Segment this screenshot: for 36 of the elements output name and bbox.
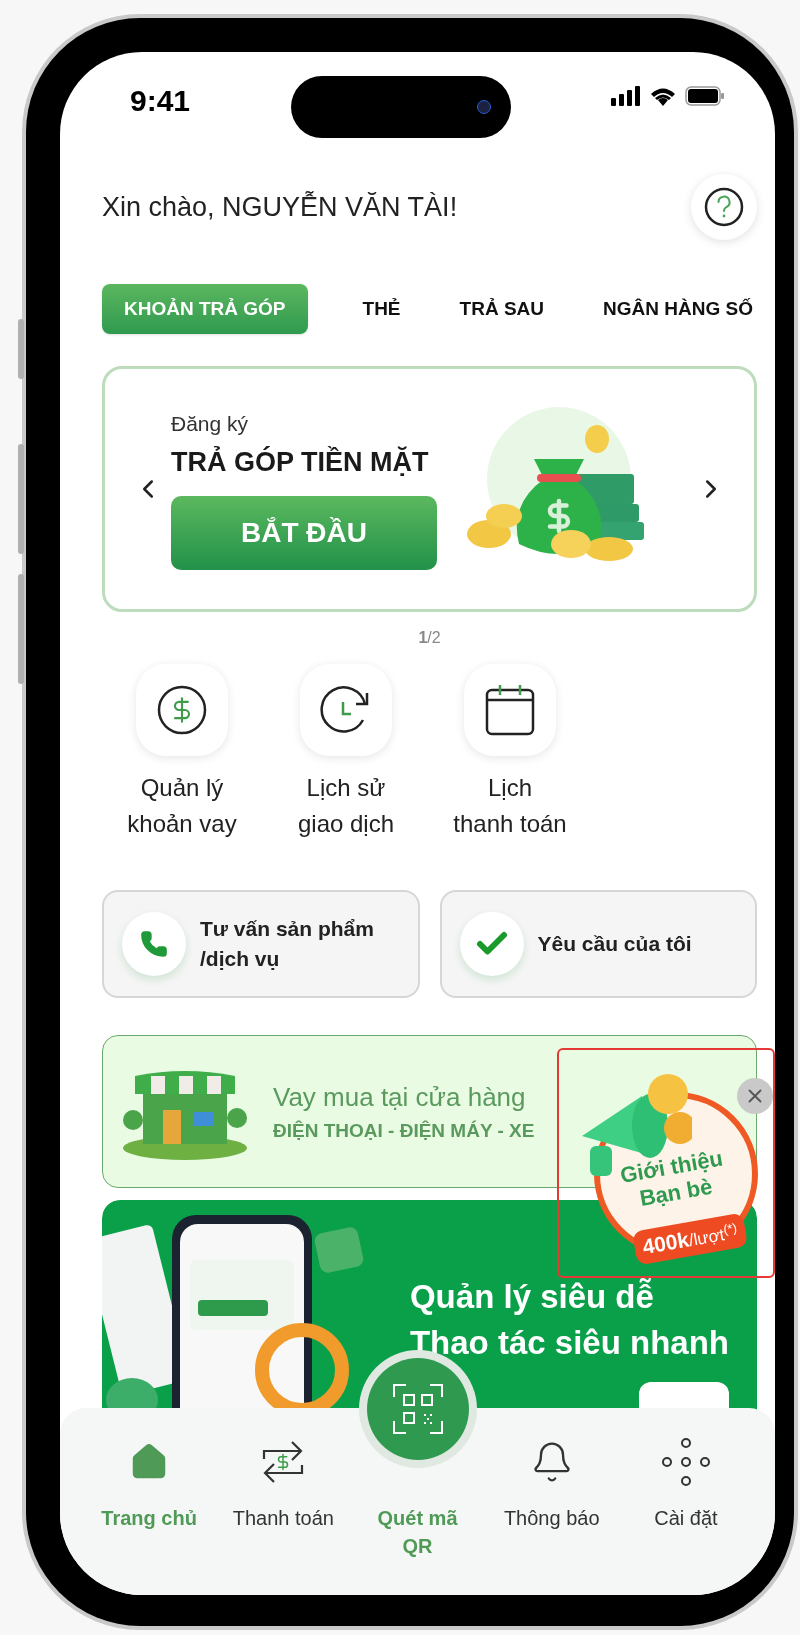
feature-banner-text: Quản lý siêu dễ	[409, 1277, 655, 1317]
store-promo-title: Vay mua tại cửa hàng	[273, 1080, 527, 1114]
nav-tab[interactable]: Thanh toán	[216, 1434, 351, 1532]
shortcut-label: thanh toán	[453, 809, 567, 839]
shortcut-item[interactable]: Lịch sử giao dịch	[266, 664, 426, 842]
shortcut-label: Quản lý	[140, 773, 224, 803]
quick-action-button[interactable]: Yêu cầu của tôi	[439, 890, 757, 998]
nav-tab[interactable]: Cài đặt	[618, 1434, 753, 1532]
calendar-icon	[485, 684, 535, 736]
status-time: 9:41	[130, 83, 191, 119]
shortcut-label: khoản vay	[127, 809, 237, 839]
category-tab[interactable]: THẺ	[358, 284, 405, 334]
battery-icon	[685, 86, 725, 106]
page-indicator: 1/2	[418, 628, 441, 648]
dollar-circle-icon	[156, 684, 208, 736]
nav-tab[interactable]: Thông báo	[484, 1434, 619, 1532]
feature-banner-text: Thao tác siêu nhanh	[409, 1323, 729, 1363]
shortcut-label: Lịch	[488, 773, 532, 803]
shortcut-label: giao dịch	[297, 809, 395, 839]
help-button[interactable]	[691, 174, 757, 240]
dots-icon	[660, 1437, 711, 1487]
quick-action-button[interactable]: Tư vấn sản phẩm /dịch vụ	[102, 890, 420, 998]
shortcut-item[interactable]: Lịch thanh toán	[430, 664, 590, 842]
shortcut-label: Lịch sử	[306, 773, 386, 803]
shortcut-item[interactable]: Quản lý khoản vay	[102, 664, 262, 842]
signal-icon	[611, 86, 641, 106]
category-tab[interactable]: NGÂN HÀNG SỐ	[599, 284, 757, 334]
greeting-text: Xin chào, NGUYỄN VĂN TÀI!	[102, 190, 458, 224]
phone-icon	[140, 930, 168, 958]
help-icon	[704, 187, 744, 227]
banner-subtitle: Đăng ký	[171, 411, 250, 437]
category-tab[interactable]: TRẢ SAU	[455, 284, 549, 334]
store-promo-subtitle: ĐIỆN THOẠI - ĐIỆN MÁY - XE	[273, 1118, 535, 1143]
wifi-icon	[649, 86, 677, 106]
banner-title: TRẢ GÓP TIỀN MẶT	[171, 445, 430, 479]
close-button[interactable]	[737, 1078, 773, 1114]
